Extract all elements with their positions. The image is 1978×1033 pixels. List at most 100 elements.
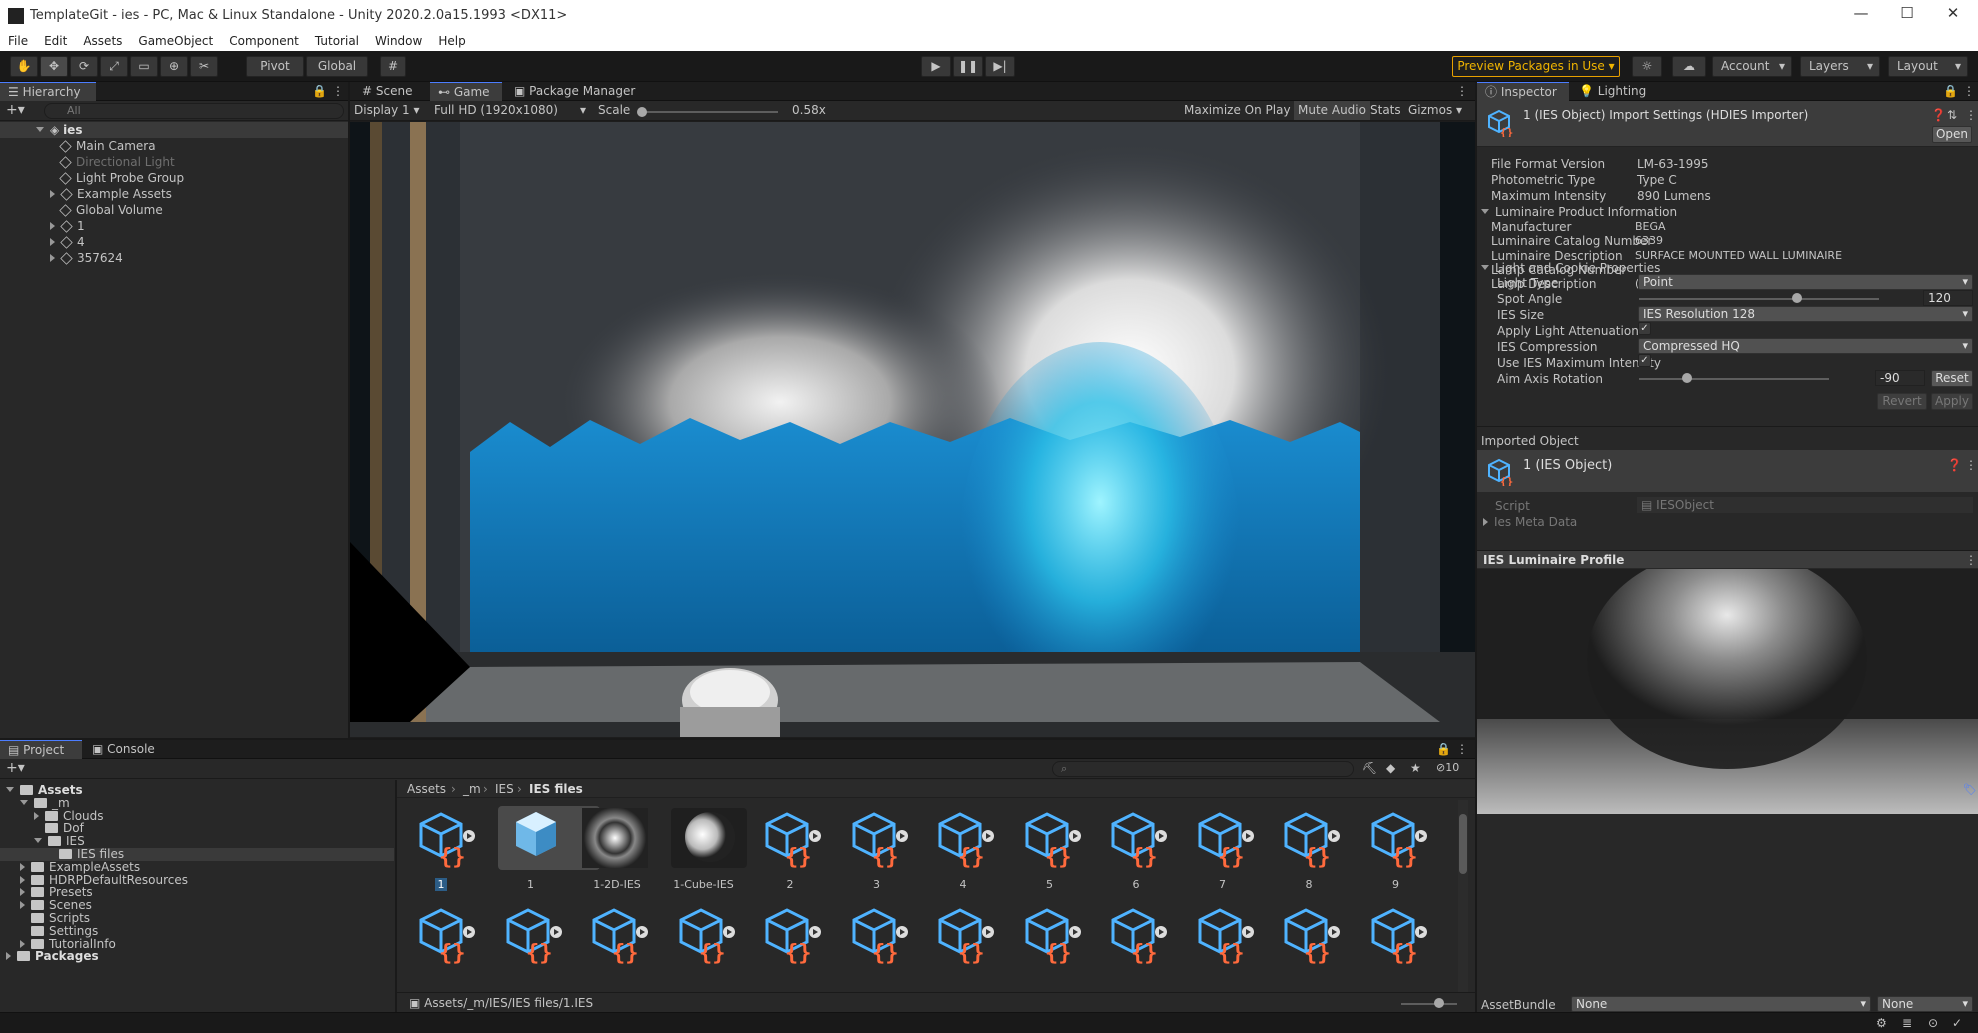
aim-axis-knob[interactable] bbox=[1681, 373, 1692, 383]
ies-size-dropdown[interactable]: IES Resolution 128 bbox=[1638, 306, 1973, 322]
hierarchy-item[interactable]: 357624 bbox=[0, 250, 348, 266]
transform-tool-icon[interactable]: ⊕ bbox=[160, 56, 188, 77]
add-icon[interactable]: +▾ bbox=[6, 102, 25, 118]
menu-edit[interactable]: Edit bbox=[36, 32, 75, 48]
assetbundle-dropdown[interactable]: None bbox=[1571, 996, 1871, 1012]
move-tool-icon[interactable]: ✥ bbox=[40, 56, 68, 77]
imported-help-icon[interactable]: ❓ bbox=[1947, 458, 1962, 472]
resolution-dropdown[interactable]: Full HD (1920x1080) ▾ bbox=[434, 103, 590, 117]
project-add-icon[interactable]: +▾ bbox=[6, 760, 25, 776]
project-folder[interactable]: _m bbox=[0, 796, 394, 810]
game-render[interactable] bbox=[350, 122, 1475, 737]
luminaire-section-foldout[interactable]: Luminaire Product Information bbox=[1481, 205, 1677, 219]
crumb-ies-files[interactable]: IES files bbox=[529, 782, 583, 796]
apply-attenuation-checkbox[interactable]: ✓ bbox=[1638, 322, 1651, 335]
project-lock-icon[interactable]: 🔒 bbox=[1436, 742, 1451, 756]
stats-toggle[interactable]: Stats bbox=[1370, 103, 1401, 117]
rotate-tool-icon[interactable]: ⟳ bbox=[70, 56, 98, 77]
menu-tutorial[interactable]: Tutorial bbox=[307, 32, 367, 48]
project-more-icon[interactable]: ⋮ bbox=[1456, 742, 1468, 756]
filter-label-icon[interactable]: ◆ bbox=[1386, 761, 1395, 775]
tab-game[interactable]: ⊷ Game bbox=[430, 82, 502, 101]
filter-type-icon[interactable]: ⛏ bbox=[1362, 761, 1377, 775]
snap-icon[interactable]: # bbox=[380, 56, 406, 77]
notification-icon[interactable]: ✓ bbox=[1952, 1016, 1962, 1030]
imported-more-icon[interactable]: ⋮ bbox=[1965, 458, 1977, 472]
inspector-more-icon[interactable]: ⋮ bbox=[1963, 84, 1975, 98]
component-more-icon[interactable]: ⋮ bbox=[1965, 108, 1977, 122]
scale-tool-icon[interactable]: ⤢ bbox=[100, 56, 128, 77]
scale-slider[interactable] bbox=[640, 111, 778, 113]
tab-package-manager[interactable]: ▣ Package Manager bbox=[506, 82, 646, 101]
spot-angle-knob[interactable] bbox=[1792, 293, 1803, 303]
menu-window[interactable]: Window bbox=[367, 32, 430, 48]
favorite-icon[interactable]: ★ bbox=[1410, 761, 1421, 775]
global-toggle[interactable]: Global bbox=[306, 56, 368, 77]
reset-button[interactable]: Reset bbox=[1931, 370, 1973, 387]
game-more-icon[interactable]: ⋮ bbox=[1456, 84, 1468, 98]
spot-angle-slider[interactable] bbox=[1639, 298, 1879, 300]
project-folder[interactable]: Clouds bbox=[0, 809, 394, 823]
cache-icon[interactable]: ⊙ bbox=[1928, 1016, 1938, 1030]
asset-scrollbar[interactable] bbox=[1458, 800, 1468, 992]
scale-slider-knob[interactable] bbox=[637, 107, 647, 117]
crumb-m[interactable]: _m bbox=[463, 782, 481, 796]
profile-more-icon[interactable]: ⋮ bbox=[1965, 553, 1977, 567]
aim-axis-input[interactable]: -90 bbox=[1875, 370, 1925, 386]
cloud-icon[interactable]: ☁ bbox=[1672, 56, 1706, 77]
icon-size-knob[interactable] bbox=[1434, 998, 1444, 1008]
ies-meta-data-foldout[interactable]: Ies Meta Data bbox=[1483, 515, 1577, 529]
light-cookie-section-foldout[interactable]: Light and Cookie Properties bbox=[1481, 261, 1660, 275]
close-button[interactable]: ✕ bbox=[1930, 4, 1976, 28]
layout-dropdown[interactable]: Layout ▾ bbox=[1888, 56, 1968, 77]
project-folder[interactable]: Dof bbox=[0, 822, 394, 835]
help-icon[interactable]: ❓ bbox=[1931, 108, 1946, 122]
project-folder[interactable]: Packages bbox=[0, 950, 394, 963]
tab-lighting[interactable]: 💡 Lighting bbox=[1571, 82, 1663, 101]
hierarchy-item[interactable]: Light Probe Group bbox=[0, 170, 348, 186]
display-dropdown[interactable]: Display 1 ▾ bbox=[354, 103, 430, 117]
maximize-button[interactable]: ☐ bbox=[1884, 4, 1930, 28]
more-icon[interactable]: ⋮ bbox=[332, 84, 344, 98]
layers-dropdown[interactable]: Layers ▾ bbox=[1800, 56, 1880, 77]
menu-component[interactable]: Component bbox=[221, 32, 307, 48]
step-button[interactable]: ▶| bbox=[985, 56, 1015, 77]
maximize-on-play-toggle[interactable]: Maximize On Play bbox=[1184, 103, 1291, 117]
open-button[interactable]: Open bbox=[1932, 126, 1972, 143]
menu-help[interactable]: Help bbox=[430, 32, 473, 48]
menu-file[interactable]: File bbox=[0, 32, 36, 48]
assetbundle-variant-dropdown[interactable]: None bbox=[1877, 996, 1973, 1012]
scene-row[interactable]: ◈ ies bbox=[0, 122, 348, 138]
hierarchy-item[interactable]: 1 bbox=[0, 218, 348, 234]
progress-icon[interactable]: ≣ bbox=[1902, 1016, 1912, 1030]
lock-icon[interactable]: 🔒 bbox=[312, 84, 327, 98]
project-search-input[interactable]: ⌕ bbox=[1052, 761, 1354, 777]
hierarchy-item[interactable]: Directional Light bbox=[0, 154, 348, 170]
tab-scene[interactable]: # Scene bbox=[354, 82, 428, 101]
aim-axis-slider[interactable] bbox=[1639, 378, 1829, 380]
hierarchy-item[interactable]: 4 bbox=[0, 234, 348, 250]
crumb-ies[interactable]: IES bbox=[495, 782, 514, 796]
pivot-toggle[interactable]: Pivot bbox=[246, 56, 304, 77]
hierarchy-search-input[interactable]: All bbox=[44, 103, 344, 119]
minimize-button[interactable]: — bbox=[1838, 4, 1884, 28]
tab-inspector[interactable]: ⓘ Inspector bbox=[1477, 82, 1569, 101]
hand-tool-icon[interactable]: ✋ bbox=[10, 56, 38, 77]
hierarchy-item[interactable]: Main Camera bbox=[0, 138, 348, 154]
menu-gameobject[interactable]: GameObject bbox=[130, 32, 221, 48]
menu-assets[interactable]: Assets bbox=[75, 32, 130, 48]
hidden-packages-toggle[interactable]: ⊘10 bbox=[1436, 761, 1459, 774]
tab-hierarchy[interactable]: ☰ Hierarchy bbox=[0, 82, 96, 101]
use-max-intensity-checkbox[interactable]: ✓ bbox=[1638, 354, 1651, 367]
play-button[interactable]: ▶ bbox=[921, 56, 951, 77]
pause-button[interactable]: ❚❚ bbox=[953, 56, 983, 77]
debug-icon[interactable]: ⚙ bbox=[1876, 1016, 1887, 1030]
collab-icon[interactable]: ☼ bbox=[1632, 56, 1662, 77]
rect-tool-icon[interactable]: ▭ bbox=[130, 56, 158, 77]
preview-packages-button[interactable]: Preview Packages in Use ▾ bbox=[1452, 56, 1620, 77]
spot-angle-input[interactable]: 120 bbox=[1923, 290, 1973, 306]
hierarchy-item[interactable]: Global Volume bbox=[0, 202, 348, 218]
tab-project[interactable]: ▤ Project bbox=[0, 740, 82, 759]
gizmos-dropdown[interactable]: Gizmos ▾ bbox=[1408, 103, 1462, 117]
light-type-dropdown[interactable]: Point bbox=[1638, 274, 1973, 290]
